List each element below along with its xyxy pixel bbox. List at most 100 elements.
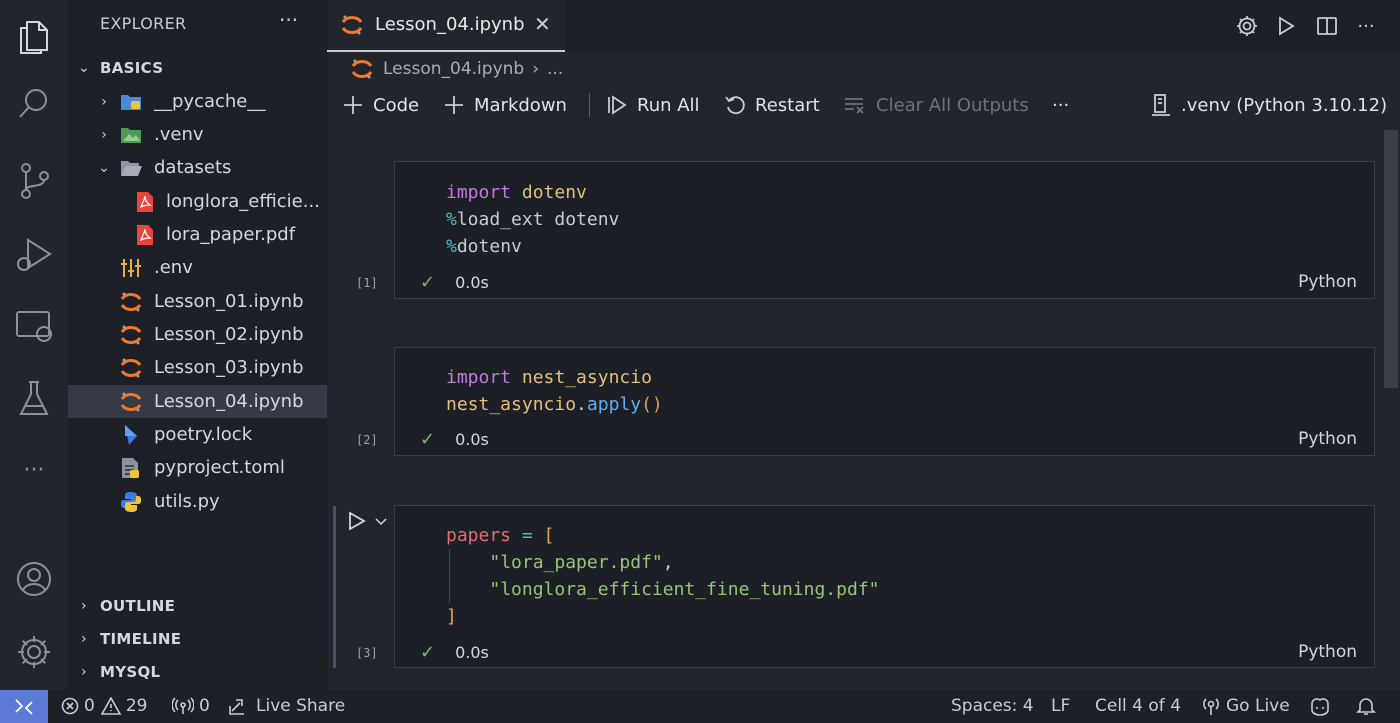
restart-icon [725, 96, 745, 115]
jupyter-icon [120, 291, 142, 313]
source-control-icon[interactable] [0, 152, 68, 208]
split-editor-icon[interactable] [1314, 13, 1340, 39]
problems-indicator[interactable]: 0 29 [61, 696, 147, 716]
tree-item-label: Lesson_01.ipynb [154, 291, 304, 312]
run-all-button[interactable]: Run All [607, 88, 700, 122]
section-timeline[interactable]: › TIMELINE [76, 630, 181, 648]
cell-editor[interactable]: import dotenv %load_ext dotenv %dotenv [446, 179, 619, 260]
more-views-icon[interactable]: ··· [0, 442, 68, 498]
execution-time: 0.0s [455, 430, 489, 449]
execution-count: [2] [356, 433, 378, 447]
tree-item-pyproject-toml[interactable]: pyproject.toml [68, 451, 327, 484]
cell-position-indicator[interactable]: Cell 4 of 4 [1095, 696, 1181, 716]
execution-count: [3] [356, 646, 378, 660]
breadcrumb: Lesson_04.ipynb › ... [351, 57, 563, 81]
section-outline[interactable]: › OUTLINE [76, 597, 175, 615]
tree-item-poetry-lock[interactable]: poetry.lock [68, 418, 327, 451]
code-keyword: import [446, 367, 512, 388]
chevron-right-icon: › [101, 93, 107, 110]
code-keyword: import [446, 182, 512, 203]
error-count: 0 [84, 696, 95, 716]
account-icon[interactable] [0, 551, 68, 607]
notebook-toolbar: Code Markdown Run All Restart Clear All … [327, 88, 1400, 122]
vertical-scrollbar[interactable] [1384, 130, 1398, 388]
go-live-icon [1203, 698, 1219, 715]
breadcrumb-more[interactable]: ... [547, 59, 563, 79]
testing-flask-icon[interactable] [0, 370, 68, 426]
chevron-down-icon: ⌄ [77, 60, 91, 76]
explorer-more-button[interactable]: ··· [279, 8, 298, 32]
kernel-icon [1152, 94, 1170, 116]
live-share-label: Live Share [256, 696, 346, 716]
tree-item-lesson-03[interactable]: Lesson_03.ipynb [68, 351, 327, 384]
cell-editor[interactable]: papers = [ "lora_paper.pdf", "longlora_e… [446, 522, 880, 630]
close-icon[interactable]: ✕ [534, 12, 551, 36]
tree-item-longlora-pdf[interactable]: longlora_efficie... [68, 185, 327, 218]
tree-item-datasets[interactable]: ⌄ datasets [68, 151, 327, 184]
section-label: OUTLINE [100, 597, 176, 615]
cell-language[interactable]: Python [1298, 272, 1357, 292]
run-file-icon[interactable] [1273, 13, 1299, 39]
notifications-bell-icon[interactable] [1356, 696, 1381, 716]
code-bracket: ] [446, 606, 457, 627]
cell-editor[interactable]: import nest_asyncio nest_asyncio.apply() [446, 364, 663, 418]
code-cell-3[interactable]: papers = [ "lora_paper.pdf", "longlora_e… [394, 505, 1375, 668]
tree-item-lesson-02[interactable]: Lesson_02.ipynb [68, 318, 327, 351]
tab-label: Lesson_04.ipynb [375, 14, 525, 35]
search-icon[interactable] [0, 76, 68, 132]
button-label: Code [373, 94, 420, 116]
tree-item-lora-pdf[interactable]: lora_paper.pdf [68, 218, 327, 251]
copilot-icon[interactable] [1309, 696, 1336, 716]
live-share-button[interactable]: Live Share [229, 696, 345, 716]
add-code-cell-button[interactable]: Code [343, 88, 419, 122]
plus-icon [445, 96, 463, 114]
gear-icon[interactable] [1234, 13, 1260, 39]
explorer-icon[interactable] [0, 6, 68, 62]
ports-indicator[interactable]: 0 [172, 696, 210, 716]
tree-item-lesson-01[interactable]: Lesson_01.ipynb [68, 285, 327, 318]
tree-item-pycache[interactable]: › __pycache__ [68, 85, 327, 118]
plus-icon [344, 96, 362, 114]
cell-language[interactable]: Python [1298, 429, 1357, 449]
code-cell-1[interactable]: import dotenv %load_ext dotenv %dotenv ✓… [394, 161, 1375, 299]
chevron-right-icon: › [81, 598, 87, 614]
code-magic: % [446, 209, 457, 230]
code-bracket: () [641, 394, 663, 415]
cell-language[interactable]: Python [1298, 642, 1357, 662]
warning-icon [100, 697, 121, 715]
editor-more-icon[interactable]: ··· [1353, 13, 1379, 39]
chevron-down-icon: ⌄ [98, 159, 110, 176]
remote-explorer-icon[interactable] [0, 298, 68, 354]
tree-item-utils-py[interactable]: utils.py [68, 485, 327, 518]
folder-basics[interactable]: ⌄ BASICS [76, 59, 163, 77]
toolbar-more-button[interactable]: ··· [1052, 88, 1069, 122]
clear-outputs-icon [845, 98, 864, 114]
code-cell-2[interactable]: import nest_asyncio nest_asyncio.apply()… [394, 347, 1375, 456]
pdf-icon [134, 224, 156, 246]
tree-item-label: longlora_efficie... [166, 191, 320, 212]
tree-item-lesson-04[interactable]: Lesson_04.ipynb [68, 385, 327, 418]
tree-item-venv[interactable]: › .venv [68, 118, 327, 151]
remote-icon [15, 698, 33, 715]
tab-lesson-04[interactable]: Lesson_04.ipynb ✕ [327, 0, 565, 52]
indent-guide [449, 549, 450, 603]
run-debug-icon[interactable] [0, 226, 68, 282]
tab-bar: Lesson_04.ipynb ✕ ··· [327, 0, 1400, 52]
manage-gear-icon[interactable] [0, 624, 68, 680]
tree-item-label: Lesson_04.ipynb [154, 391, 304, 412]
run-cell-button[interactable] [346, 510, 390, 536]
tree-item-env[interactable]: .env [68, 251, 327, 284]
breadcrumb-separator: › [532, 59, 540, 79]
clear-all-outputs-button[interactable]: Clear All Outputs [844, 88, 1029, 122]
remote-indicator[interactable] [0, 690, 48, 723]
run-all-icon [608, 95, 627, 115]
kernel-picker[interactable]: .venv (Python 3.10.12) [1151, 88, 1387, 122]
breadcrumb-file[interactable]: Lesson_04.ipynb [383, 59, 524, 79]
jupyter-icon [120, 324, 142, 346]
indentation-indicator[interactable]: Spaces: 4 [951, 696, 1034, 716]
go-live-button[interactable]: Go Live [1201, 696, 1290, 716]
section-mysql[interactable]: › MYSQL [76, 663, 160, 681]
eol-indicator[interactable]: LF [1051, 696, 1070, 716]
restart-button[interactable]: Restart [725, 88, 820, 122]
add-markdown-cell-button[interactable]: Markdown [444, 88, 567, 122]
